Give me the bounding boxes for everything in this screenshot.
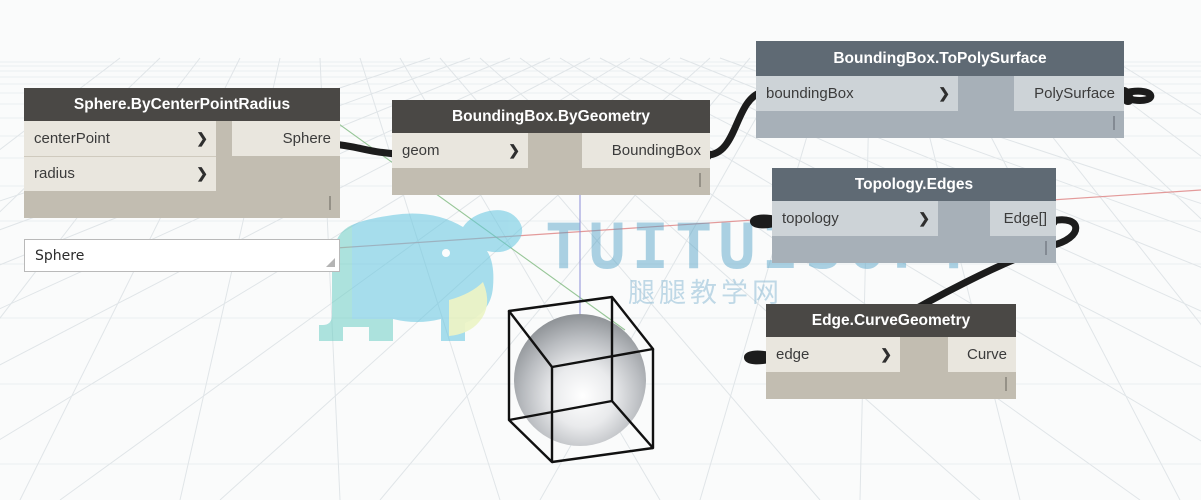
- node-body-edge-curve-geometry: edge ❯ Curve: [766, 337, 1016, 372]
- chevron-right-icon[interactable]: ❯: [508, 142, 520, 159]
- node-footer-topology-edges: [772, 236, 1056, 263]
- port-row: radius ❯: [24, 156, 340, 191]
- node-resize-tick-icon[interactable]: [1005, 377, 1007, 391]
- input-port-label: edge: [776, 346, 810, 363]
- node-resize-tick-icon[interactable]: [329, 196, 331, 210]
- port-row: topology ❯ Edge[]: [772, 201, 1056, 236]
- node-footer-bounding-box-to-poly-surface: [756, 111, 1124, 138]
- input-port-topology[interactable]: topology ❯: [772, 201, 938, 236]
- port-divider: [24, 156, 216, 157]
- output-port-label: PolySurface: [1034, 85, 1115, 102]
- node-bounding-box-to-poly-surface[interactable]: BoundingBox.ToPolySurface boundingBox ❯ Pol…: [756, 41, 1124, 138]
- input-port-label: geom: [402, 142, 440, 159]
- output-port-Edge[interactable]: Edge[]: [990, 201, 1056, 236]
- node-footer-bounding-box-by-geometry: [392, 168, 710, 195]
- output-port-Sphere[interactable]: Sphere: [232, 121, 340, 156]
- input-port-label: centerPoint: [34, 130, 110, 147]
- node-header-topology-edges[interactable]: Topology.Edges: [772, 168, 1056, 201]
- output-port-Curve[interactable]: Curve: [948, 337, 1016, 372]
- input-port-radius[interactable]: radius ❯: [24, 156, 216, 191]
- node-header-edge-curve-geometry[interactable]: Edge.CurveGeometry: [766, 304, 1016, 337]
- output-port-label: BoundingBox: [611, 142, 701, 159]
- input-port-centerPoint[interactable]: centerPoint ❯: [24, 121, 216, 156]
- node-resize-tick-icon[interactable]: [1113, 116, 1115, 130]
- port-row: geom ❯ BoundingBox: [392, 133, 710, 168]
- chevron-right-icon[interactable]: ❯: [196, 130, 208, 147]
- node-header-bounding-box-to-poly-surface[interactable]: BoundingBox.ToPolySurface: [756, 41, 1124, 76]
- chevron-right-icon[interactable]: ❯: [880, 346, 892, 363]
- output-port-PolySurface[interactable]: PolySurface: [1014, 76, 1124, 111]
- node-body-bounding-box-to-poly-surface: boundingBox ❯ PolySurface: [756, 76, 1124, 111]
- port-row: boundingBox ❯ PolySurface: [756, 76, 1124, 111]
- output-port-BoundingBox[interactable]: BoundingBox: [582, 133, 710, 168]
- node-footer-sphere-by-center-point-radius: [24, 191, 340, 218]
- output-port-label: Sphere: [282, 130, 331, 147]
- input-port-boundingBox[interactable]: boundingBox ❯: [756, 76, 958, 111]
- node-body-topology-edges: topology ❯ Edge[]: [772, 201, 1056, 236]
- dynamo-canvas: TUITUISOFT 腿腿教学网 Sphere.ByCenterPointRad…: [0, 0, 1201, 500]
- resize-handle-icon[interactable]: [326, 258, 335, 267]
- node-edge-curve-geometry[interactable]: Edge.CurveGeometry edge ❯ Curve: [766, 304, 1016, 399]
- node-topology-edges[interactable]: Topology.Edges topology ❯ Edge[]: [772, 168, 1056, 263]
- sphere-type-dropdown[interactable]: Sphere: [24, 239, 340, 272]
- port-row: centerPoint ❯ Sphere: [24, 121, 340, 156]
- node-body-sphere-by-center-point-radius: centerPoint ❯ Sphere radius ❯: [24, 121, 340, 191]
- input-port-label: radius: [34, 165, 75, 182]
- dropdown-value: Sphere: [35, 247, 85, 264]
- wire-sphere-to-geom[interactable]: [328, 140, 402, 158]
- chevron-right-icon[interactable]: ❯: [196, 165, 208, 182]
- chevron-right-icon[interactable]: ❯: [918, 210, 930, 227]
- input-port-edge[interactable]: edge ❯: [766, 337, 900, 372]
- node-header-sphere-by-center-point-radius[interactable]: Sphere.ByCenterPointRadius: [24, 88, 340, 121]
- node-bounding-box-by-geometry[interactable]: BoundingBox.ByGeometry geom ❯ BoundingBox: [392, 100, 710, 195]
- output-port-label: Edge[]: [1003, 210, 1047, 227]
- input-port-label: topology: [782, 210, 839, 227]
- output-port-label: Curve: [966, 346, 1007, 363]
- node-header-bounding-box-by-geometry[interactable]: BoundingBox.ByGeometry: [392, 100, 710, 133]
- chevron-right-icon[interactable]: ❯: [938, 85, 950, 102]
- input-port-geom[interactable]: geom ❯: [392, 133, 528, 168]
- node-body-bounding-box-by-geometry: geom ❯ BoundingBox: [392, 133, 710, 168]
- node-resize-tick-icon[interactable]: [699, 173, 701, 187]
- wire-boundingbox-to-polysurface[interactable]: [702, 88, 766, 159]
- node-sphere-by-center-point-radius[interactable]: Sphere.ByCenterPointRadius centerPoint ❯ Sp…: [24, 88, 340, 218]
- node-resize-tick-icon[interactable]: [1045, 241, 1047, 255]
- input-port-label: boundingBox: [766, 85, 854, 102]
- node-footer-edge-curve-geometry: [766, 372, 1016, 399]
- port-row: edge ❯ Curve: [766, 337, 1016, 372]
